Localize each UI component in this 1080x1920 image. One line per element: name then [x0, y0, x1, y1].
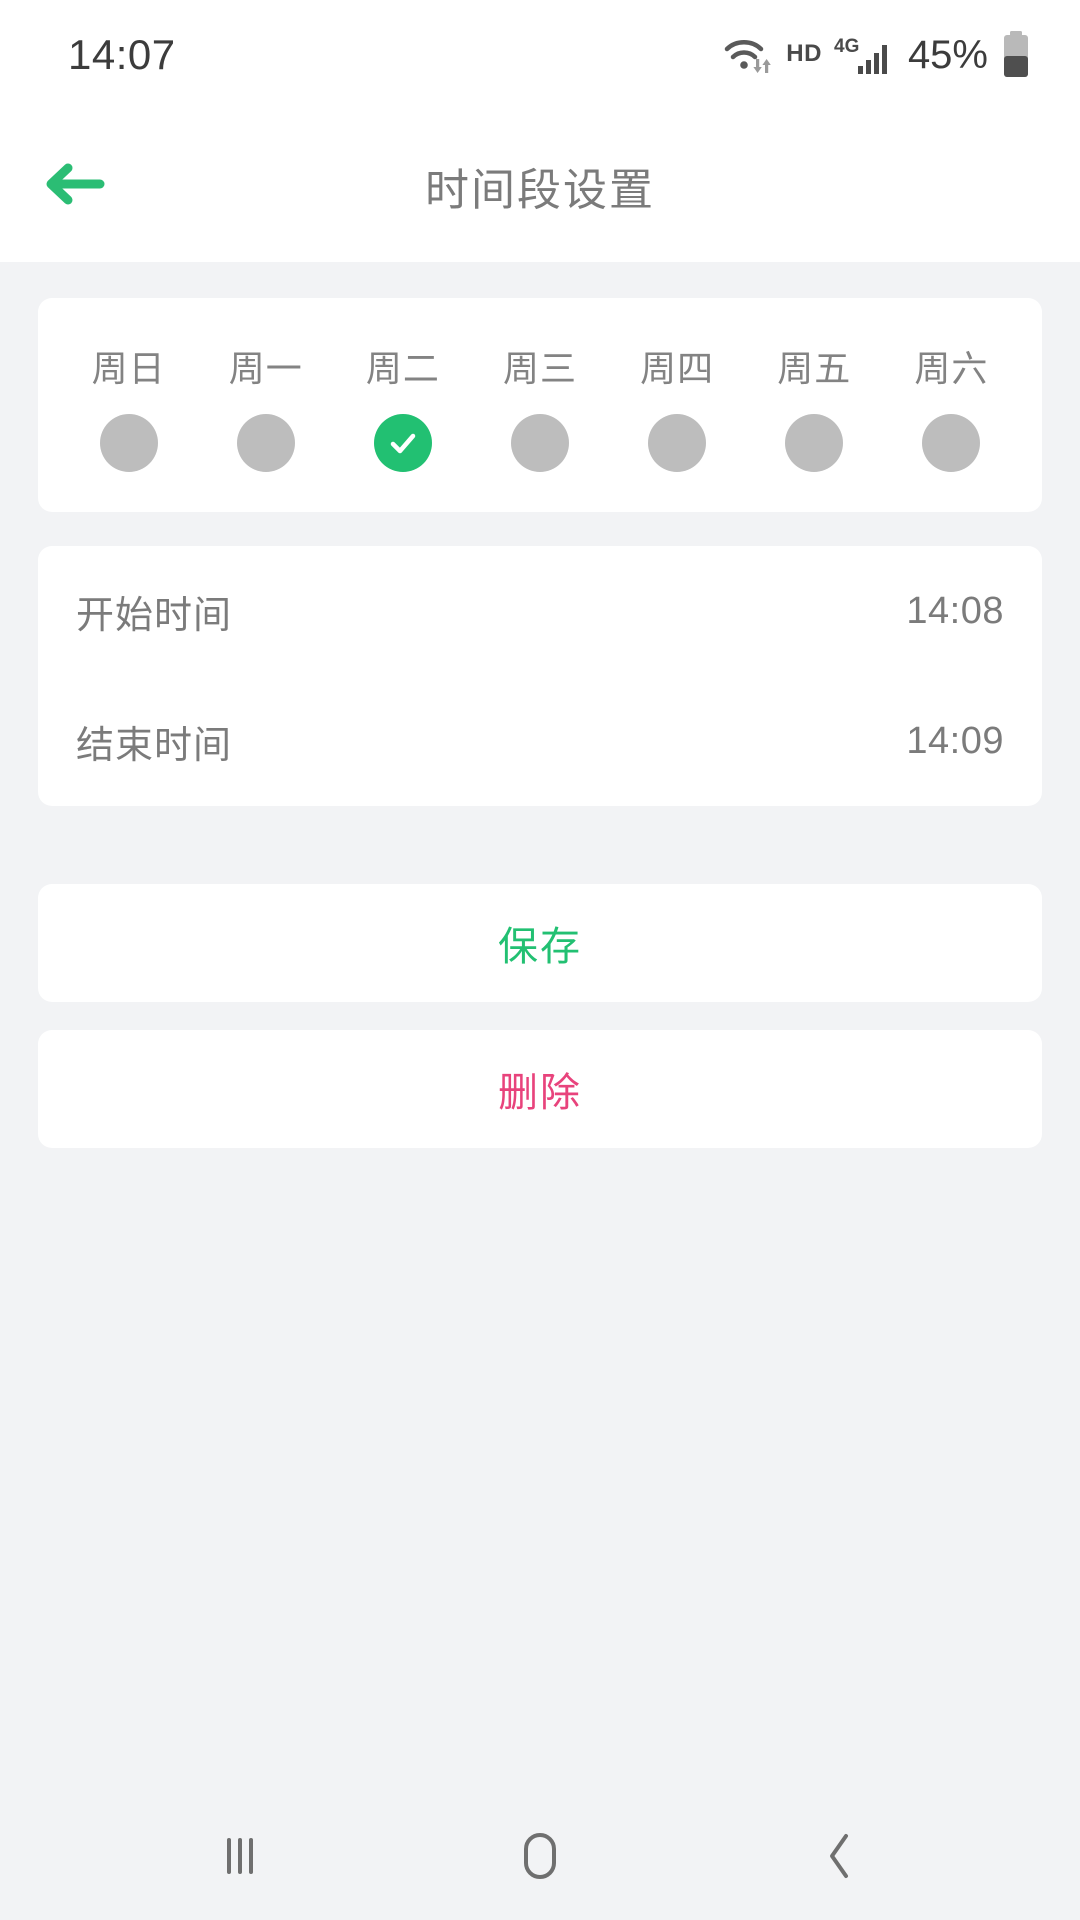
day-cell-wednesday[interactable]: 周三	[471, 340, 608, 472]
arrow-left-icon	[43, 160, 105, 213]
recent-apps-button[interactable]	[170, 1792, 310, 1920]
day-toggle-tuesday[interactable]	[373, 414, 432, 472]
day-selector-card: 周日 周一 周二 周三 周四 周五 周六	[38, 298, 1042, 512]
day-label-saturday: 周六	[914, 348, 989, 389]
day-label-tuesday: 周二	[365, 348, 440, 389]
chevron-left-icon	[820, 1830, 860, 1882]
recent-apps-icon	[218, 1832, 262, 1880]
end-time-label: 结束时间	[76, 724, 233, 767]
end-time-row[interactable]: 结束时间 14:09	[38, 676, 1042, 806]
day-toggle-thursday[interactable]	[648, 414, 707, 472]
start-time-row[interactable]: 开始时间 14:08	[38, 546, 1042, 676]
start-time-value[interactable]: 14:08	[906, 590, 1004, 633]
start-time-label: 开始时间	[76, 594, 233, 637]
day-label-friday: 周五	[777, 348, 852, 389]
end-time-value[interactable]: 14:09	[906, 720, 1004, 763]
app-bar: 时间段设置	[0, 110, 1080, 262]
home-button[interactable]	[470, 1792, 610, 1920]
time-settings-card: 开始时间 14:08 结束时间 14:09	[38, 546, 1042, 806]
hd-icon: HD	[786, 40, 822, 67]
status-bar: 14:07 HD 4G 45%	[0, 0, 1080, 110]
phone-screen: 14:07 HD 4G 45% 时间段设置 周日 周一 周二 周三 周四 周五 …	[0, 0, 1080, 1920]
day-toggle-monday[interactable]	[236, 414, 295, 472]
day-cell-saturday[interactable]: 周六	[883, 340, 1020, 472]
battery-icon	[1000, 31, 1032, 79]
day-toggle-friday[interactable]	[785, 414, 844, 472]
day-selector-row: 周日 周一 周二 周三 周四 周五 周六	[60, 340, 1020, 472]
day-toggle-sunday[interactable]	[99, 414, 158, 472]
content-area: 周日 周一 周二 周三 周四 周五 周六 开始时间 14:08 结束时间 14:…	[0, 262, 1080, 1792]
back-button[interactable]	[26, 138, 122, 234]
signal-4g-icon: 4G	[834, 33, 890, 77]
delete-button-label: 删除	[498, 1071, 582, 1115]
check-icon	[386, 426, 420, 460]
save-button-label: 保存	[498, 925, 582, 969]
page-title: 时间段设置	[425, 166, 655, 215]
delete-button[interactable]: 删除	[38, 1030, 1042, 1148]
day-label-monday: 周一	[228, 348, 303, 389]
day-cell-thursday[interactable]: 周四	[609, 340, 746, 472]
day-toggle-saturday[interactable]	[922, 414, 981, 472]
day-cell-sunday[interactable]: 周日	[60, 340, 197, 472]
day-toggle-wednesday[interactable]	[510, 414, 569, 472]
day-cell-monday[interactable]: 周一	[197, 340, 334, 472]
status-icons: HD 4G 45%	[722, 31, 1032, 79]
home-icon	[516, 1830, 564, 1882]
day-cell-friday[interactable]: 周五	[746, 340, 883, 472]
system-navigation-bar	[0, 1792, 1080, 1920]
wifi-icon	[722, 33, 774, 77]
svg-text:4G: 4G	[834, 36, 859, 57]
day-label-sunday: 周日	[91, 348, 166, 389]
back-nav-button[interactable]	[770, 1792, 910, 1920]
status-clock: 14:07	[68, 31, 176, 78]
day-label-wednesday: 周三	[502, 348, 577, 389]
battery-percent-label: 45%	[907, 32, 988, 77]
save-button[interactable]: 保存	[38, 884, 1042, 1002]
day-label-thursday: 周四	[640, 348, 715, 389]
day-cell-tuesday[interactable]: 周二	[334, 340, 471, 472]
